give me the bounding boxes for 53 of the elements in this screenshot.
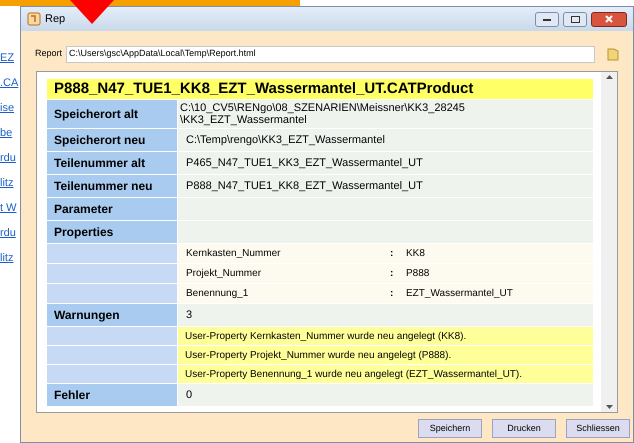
field-value: P465_N47_TUE1_KK3_EZT_Wassermantel_UT xyxy=(178,152,593,174)
field-label: Speicherort neu xyxy=(47,129,177,151)
scroll-down-icon[interactable] xyxy=(606,405,612,409)
background-link[interactable]: t W xyxy=(0,200,16,216)
report-label: Report xyxy=(35,47,62,60)
field-label: Teilenummer alt xyxy=(47,152,177,174)
field-label: Warnungen xyxy=(47,304,177,326)
close-icon xyxy=(605,15,613,23)
dialog-button[interactable]: Speichern xyxy=(418,419,482,438)
warning-message: User-Property Projekt_Nummer wurde neu angelegt (P888). xyxy=(178,346,593,364)
field-value: C:\Temp\rengo\KK3_EZT_Wassermantel xyxy=(178,129,593,151)
scrollbar[interactable] xyxy=(601,72,617,412)
field-label: Fehler xyxy=(47,384,177,406)
minimize-icon xyxy=(543,18,551,20)
dialog-button[interactable]: Drucken xyxy=(492,419,556,438)
report-path-field[interactable]: C:\Users\gsc\AppData\Local\Temp\Report.html xyxy=(66,46,595,62)
field-value: C:\10_CV5\RENgo\08_SZENARIEN\Meissner\KK3_28245 \KK3_EZT_Wassermantel xyxy=(178,100,593,128)
background-link[interactable]: rdu xyxy=(0,150,16,166)
close-button[interactable] xyxy=(591,12,627,26)
warning-message: User-Property Benennung_1 wurde neu angelegt (EZT_Wassermantel_UT). xyxy=(178,365,593,383)
background-link[interactable]: litz xyxy=(0,250,14,266)
background-link[interactable]: .CA xyxy=(0,75,18,91)
background-link[interactable]: litz xyxy=(0,175,14,191)
background-link[interactable]: EZ xyxy=(0,50,14,66)
property-value: EZT_Wassermantel_UT xyxy=(406,287,513,301)
field-value: 0 xyxy=(178,384,593,406)
maximize-icon xyxy=(570,16,580,22)
property-separator: : xyxy=(390,287,394,301)
field-value: P888_N47_TUE1_KK8_EZT_Wassermantel_UT xyxy=(178,175,593,197)
property-value: P888 xyxy=(406,267,430,281)
property-separator: : xyxy=(390,247,394,261)
property-name: Benennung_1 xyxy=(185,287,250,301)
field-label: Properties xyxy=(47,221,177,243)
field-label: Parameter xyxy=(47,198,177,220)
scroll-up-icon[interactable] xyxy=(606,75,612,79)
background-link[interactable]: rdu xyxy=(0,225,16,241)
report-heading: P888_N47_TUE1_KK8_EZT_Wassermantel_UT.CATProduct xyxy=(47,79,593,99)
window-title: Rep xyxy=(45,12,66,27)
dialog-button[interactable]: Schliessen xyxy=(566,419,630,438)
minimize-button[interactable] xyxy=(535,12,559,26)
app-icon xyxy=(27,12,41,26)
property-name: Kernkasten_Nummer xyxy=(185,247,282,261)
property-name: Projekt_Nummer xyxy=(185,267,262,281)
background-link[interactable]: ise xyxy=(0,100,14,116)
property-value: KK8 xyxy=(406,247,425,261)
maximize-button[interactable] xyxy=(563,12,587,26)
arrow-annotation xyxy=(70,0,114,24)
property-separator: : xyxy=(390,267,394,281)
field-value: 3 xyxy=(178,304,593,326)
field-label: Teilenummer neu xyxy=(47,175,177,197)
field-label: Speicherort alt xyxy=(47,100,177,128)
warning-message: User-Property Kernkasten_Nummer wurde neu angelegt (KK8). xyxy=(178,327,593,345)
background-link[interactable]: be xyxy=(0,125,12,141)
